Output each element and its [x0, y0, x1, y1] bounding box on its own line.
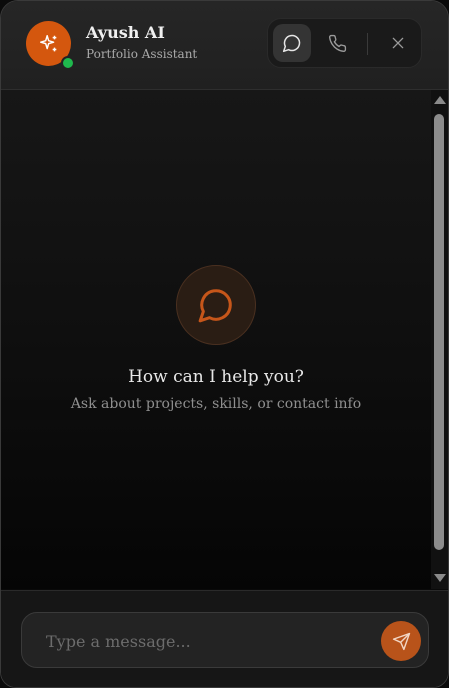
send-icon — [392, 632, 410, 650]
empty-state-subtitle: Ask about projects, skills, or contact i… — [70, 396, 362, 412]
chat-widget: Ayush AI Portfolio Assistant How can I h… — [0, 0, 449, 688]
phone-icon — [328, 34, 346, 52]
empty-state-title: How can I help you? — [128, 367, 304, 387]
chat-header: Ayush AI Portfolio Assistant — [1, 1, 448, 90]
controls-divider — [367, 33, 368, 55]
send-button[interactable] — [381, 621, 421, 661]
message-input[interactable] — [44, 613, 378, 669]
chat-bubble-icon — [198, 289, 232, 323]
chat-bubble-icon — [282, 34, 301, 53]
empty-state-icon — [176, 265, 256, 345]
call-button[interactable] — [318, 24, 356, 62]
scroll-up-arrow-icon[interactable] — [434, 96, 446, 104]
message-input-box — [21, 612, 429, 669]
message-composer — [1, 590, 448, 687]
online-status-indicator — [61, 56, 75, 70]
close-button[interactable] — [379, 24, 417, 62]
assistant-name: Ayush AI — [86, 23, 165, 42]
close-icon — [392, 37, 404, 49]
scrollbar-thumb[interactable] — [434, 114, 444, 550]
messages-area[interactable]: How can I help you? Ask about projects, … — [1, 90, 431, 589]
messages-scrollbar[interactable] — [431, 90, 448, 589]
header-controls — [267, 18, 422, 68]
assistant-role: Portfolio Assistant — [86, 47, 198, 61]
sparkles-icon — [39, 34, 56, 51]
scroll-down-arrow-icon[interactable] — [434, 574, 446, 582]
chat-mode-button[interactable] — [273, 24, 311, 62]
